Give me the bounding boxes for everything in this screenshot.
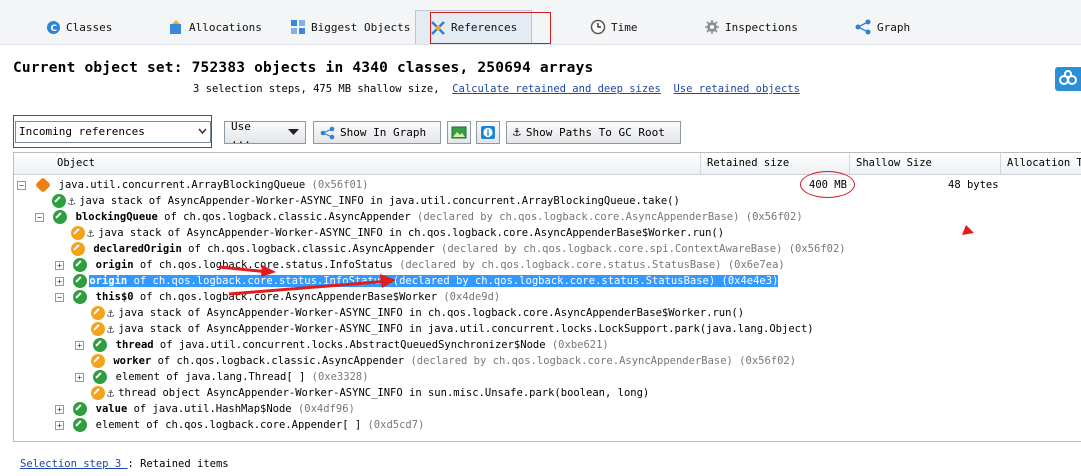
tab-label: Classes — [66, 20, 113, 34]
inspections-icon — [704, 19, 720, 35]
tab-label: Graph — [877, 20, 911, 34]
show-in-graph-button[interactable]: Show In Graph — [313, 121, 441, 144]
anchor-icon: ⚓ — [513, 125, 521, 140]
reference-type-select[interactable]: Incoming references — [15, 121, 211, 143]
image-icon — [451, 125, 467, 140]
tab-time[interactable]: Time — [590, 10, 638, 44]
summary-subtitle-text: 3 selection steps, 475 MB shallow size, — [193, 83, 440, 95]
info-icon — [480, 125, 496, 140]
tab-biggest-objects[interactable]: Biggest Objects — [290, 10, 410, 44]
show-paths-to-gc-root-button[interactable]: ⚓ Show Paths To GC Root — [506, 121, 681, 144]
show-in-graph-label: Show In Graph — [340, 126, 427, 139]
use-button-label: Use ... — [231, 119, 251, 146]
classes-icon: C — [46, 20, 61, 35]
tab-label: Biggest Objects — [311, 20, 411, 34]
tab-graph[interactable]: Graph — [855, 10, 910, 44]
side-panel-icon[interactable] — [1055, 67, 1081, 91]
tab-inspections[interactable]: Inspections — [704, 10, 798, 44]
dropdown-arrow-icon — [288, 129, 299, 136]
tab-label: Inspections — [725, 20, 798, 34]
chevron-down-icon — [198, 127, 207, 135]
selection-step-link[interactable]: Selection step 3 — [20, 458, 127, 470]
show-paths-label: Show Paths To GC Root — [525, 126, 665, 139]
reference-type-value: Incoming references — [19, 125, 145, 138]
summary-subtitle: 3 selection steps, 475 MB shallow size, … — [193, 83, 800, 95]
allocations-icon — [168, 19, 184, 35]
tab-label: Allocations — [189, 20, 262, 34]
annotation-arrowhead — [261, 265, 276, 277]
tab-allocations[interactable]: Allocations — [168, 10, 262, 44]
view-tab-bar: C Classes Allocations Biggest Objects Re… — [0, 0, 1081, 45]
page-title: Current object set: 752383 objects in 43… — [13, 60, 594, 76]
tab-classes[interactable]: C Classes — [46, 10, 112, 44]
references-table[interactable]: Object Retained size Shallow Size Alloca… — [13, 152, 1081, 442]
annotation-marker — [962, 225, 974, 235]
tab-references[interactable]: References — [415, 10, 533, 44]
biggest-objects-icon — [290, 19, 306, 35]
graph-icon — [320, 126, 335, 140]
references-icon — [430, 20, 446, 36]
tab-label: Time — [611, 20, 638, 34]
use-retained-link[interactable]: Use retained objects — [673, 83, 799, 95]
annotation-overlay — [218, 225, 974, 296]
graph-icon — [855, 19, 872, 35]
svg-text:C: C — [51, 24, 58, 34]
tab-label: References — [451, 21, 518, 34]
use-button[interactable]: Use ... — [224, 119, 306, 146]
info-button[interactable] — [476, 121, 500, 144]
annotation-arrowhead — [380, 274, 396, 288]
selection-step-text: : Retained items — [127, 458, 229, 470]
calculate-retained-link[interactable]: Calculate retained and deep sizes — [452, 83, 661, 95]
time-icon — [590, 19, 606, 35]
image-export-button[interactable] — [447, 121, 471, 144]
selection-step-footer: Selection step 3 : Retained items — [20, 458, 229, 470]
annotation-arrow — [228, 279, 390, 296]
